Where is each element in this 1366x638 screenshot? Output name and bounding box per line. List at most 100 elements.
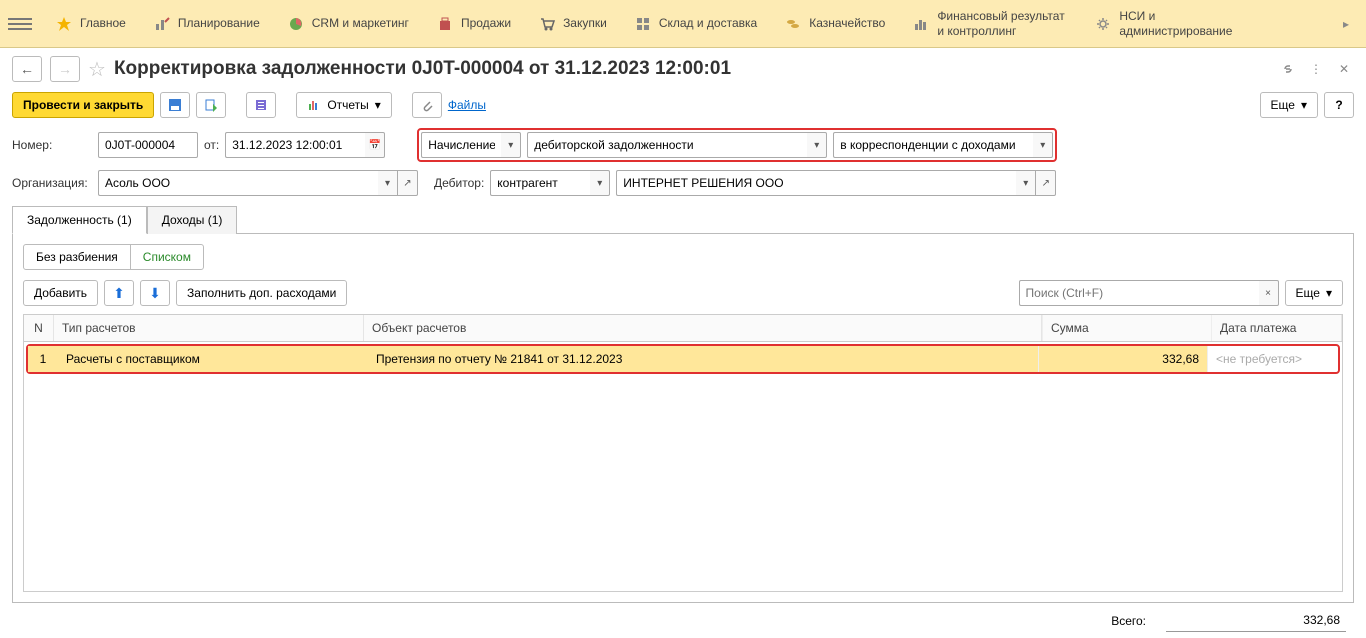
org-label: Организация: <box>12 176 92 190</box>
btn-label: Провести и закрыть <box>23 98 143 112</box>
move-up-button[interactable]: ⬆ <box>104 280 134 306</box>
calendar-icon[interactable]: 📅 <box>365 132 385 158</box>
favorite-icon[interactable]: ☆ <box>88 57 106 82</box>
boxes-icon <box>635 16 651 32</box>
nav-warehouse[interactable]: Склад и доставка <box>621 0 771 48</box>
org-input[interactable] <box>98 170 378 196</box>
tab-income[interactable]: Доходы (1) <box>147 206 238 234</box>
th-date[interactable]: Дата платежа <box>1212 315 1342 341</box>
pie-icon <box>288 16 304 32</box>
menu-icon[interactable] <box>8 12 32 36</box>
star-icon <box>56 16 72 32</box>
nav-planning[interactable]: Планирование <box>140 0 274 48</box>
cell-sum: 332,68 <box>1038 346 1208 372</box>
chevron-down-icon[interactable]: ▾ <box>1033 132 1053 158</box>
nav-main[interactable]: Главное <box>42 0 140 48</box>
btn-label: Добавить <box>34 286 87 300</box>
cell-date: <не требуется> <box>1208 346 1338 372</box>
subtab-list[interactable]: Списком <box>130 245 203 269</box>
help-button[interactable]: ? <box>1324 92 1354 118</box>
footer: Всего: 332,68 <box>0 603 1366 638</box>
tab-label: Доходы (1) <box>162 213 223 227</box>
subtab-nosplit[interactable]: Без разбиения <box>24 245 130 269</box>
clear-icon[interactable]: × <box>1259 280 1279 306</box>
more-button[interactable]: Еще▾ <box>1260 92 1318 118</box>
debtor-input[interactable] <box>616 170 1016 196</box>
chevron-down-icon: ▾ <box>1301 98 1307 112</box>
number-input[interactable] <box>98 132 198 158</box>
toolbar: Провести и закрыть Отчеты ▾ Файлы Еще▾ ? <box>0 90 1366 128</box>
open-icon[interactable]: ↗ <box>1036 170 1056 196</box>
cell-type: Расчеты с поставщиком <box>58 346 368 372</box>
bars-icon <box>913 16 929 32</box>
chevron-down-icon[interactable]: ▾ <box>378 170 398 196</box>
debtor-label: Дебитор: <box>434 176 484 190</box>
tabs-wrap: Задолженность (1) Доходы (1) Без разбиен… <box>12 206 1354 603</box>
operation-highlight: ▾ ▾ ▾ <box>417 128 1057 162</box>
nav-purchases[interactable]: Закупки <box>525 0 621 48</box>
nav-finance[interactable]: Финансовый результат и контроллинг <box>899 0 1081 48</box>
forward-button[interactable]: → <box>50 56 80 82</box>
chevron-down-icon[interactable]: ▾ <box>1016 170 1036 196</box>
nav-admin[interactable]: НСИ и администрирование <box>1081 0 1263 48</box>
nav-label: Склад и доставка <box>659 16 757 30</box>
search-input[interactable] <box>1019 280 1259 306</box>
post-button[interactable] <box>196 92 226 118</box>
cart-icon <box>539 16 555 32</box>
total-label: Всего: <box>1111 614 1146 628</box>
gear-icon <box>1095 16 1111 32</box>
close-icon[interactable]: ✕ <box>1334 59 1354 79</box>
subtab-label: Списком <box>143 250 191 264</box>
nav-label: CRM и маркетинг <box>312 16 409 30</box>
subtab-label: Без разбиения <box>36 250 118 264</box>
page-title: Корректировка задолженности 0J0T-000004 … <box>114 58 1270 80</box>
save-button[interactable] <box>160 92 190 118</box>
table-more-button[interactable]: Еще▾ <box>1285 280 1343 306</box>
nav-sales[interactable]: Продажи <box>423 0 525 48</box>
chevron-down-icon[interactable]: ▾ <box>807 132 827 158</box>
attach-button[interactable] <box>412 92 442 118</box>
debtor-type-select[interactable] <box>490 170 590 196</box>
date-input[interactable] <box>225 132 365 158</box>
number-label: Номер: <box>12 138 92 152</box>
structure-button[interactable] <box>246 92 276 118</box>
nav-label: Закупки <box>563 16 607 30</box>
th-obj[interactable]: Объект расчетов <box>364 315 1042 341</box>
back-button[interactable]: ← <box>12 56 42 82</box>
op1-select[interactable] <box>421 132 501 158</box>
tab-debt[interactable]: Задолженность (1) <box>12 206 147 234</box>
nav-crm[interactable]: CRM и маркетинг <box>274 0 423 48</box>
op2-select[interactable] <box>527 132 807 158</box>
btn-label: Еще <box>1296 286 1320 300</box>
open-icon[interactable]: ↗ <box>398 170 418 196</box>
from-label: от: <box>204 138 219 152</box>
link-icon[interactable] <box>1278 59 1298 79</box>
table-header: N Тип расчетов Объект расчетов Сумма Дат… <box>24 315 1342 342</box>
btn-label: Заполнить доп. расходами <box>187 286 336 300</box>
bag-icon <box>437 16 453 32</box>
chevron-down-icon[interactable]: ▾ <box>590 170 610 196</box>
th-sum[interactable]: Сумма <box>1042 315 1212 341</box>
coins-icon <box>785 16 801 32</box>
chevron-down-icon[interactable]: ▾ <box>501 132 521 158</box>
table-row[interactable]: 1 Расчеты с поставщиком Претензия по отч… <box>26 344 1340 374</box>
post-close-button[interactable]: Провести и закрыть <box>12 92 154 118</box>
more-icon[interactable]: ⋮ <box>1306 59 1326 79</box>
nav-label: Финансовый результат и контроллинг <box>937 9 1067 38</box>
th-n[interactable]: N <box>24 315 54 341</box>
op3-select[interactable] <box>833 132 1033 158</box>
fill-button[interactable]: Заполнить доп. расходами <box>176 280 347 306</box>
cell-placeholder: <не требуется> <box>1216 352 1302 366</box>
files-link[interactable]: Файлы <box>448 98 486 112</box>
header: ← → ☆ Корректировка задолженности 0J0T-0… <box>0 48 1366 90</box>
topbar-more[interactable]: ▸ <box>1334 17 1358 31</box>
cell-obj: Претензия по отчету № 21841 от 31.12.202… <box>368 346 1038 372</box>
move-down-button[interactable]: ⬇ <box>140 280 170 306</box>
th-type[interactable]: Тип расчетов <box>54 315 364 341</box>
add-button[interactable]: Добавить <box>23 280 98 306</box>
nav-label: Планирование <box>178 16 260 30</box>
reports-button[interactable]: Отчеты ▾ <box>296 92 392 118</box>
nav-treasury[interactable]: Казначейство <box>771 0 899 48</box>
table-body: 1 Расчеты с поставщиком Претензия по отч… <box>24 342 1342 591</box>
nav-label: Продажи <box>461 16 511 30</box>
